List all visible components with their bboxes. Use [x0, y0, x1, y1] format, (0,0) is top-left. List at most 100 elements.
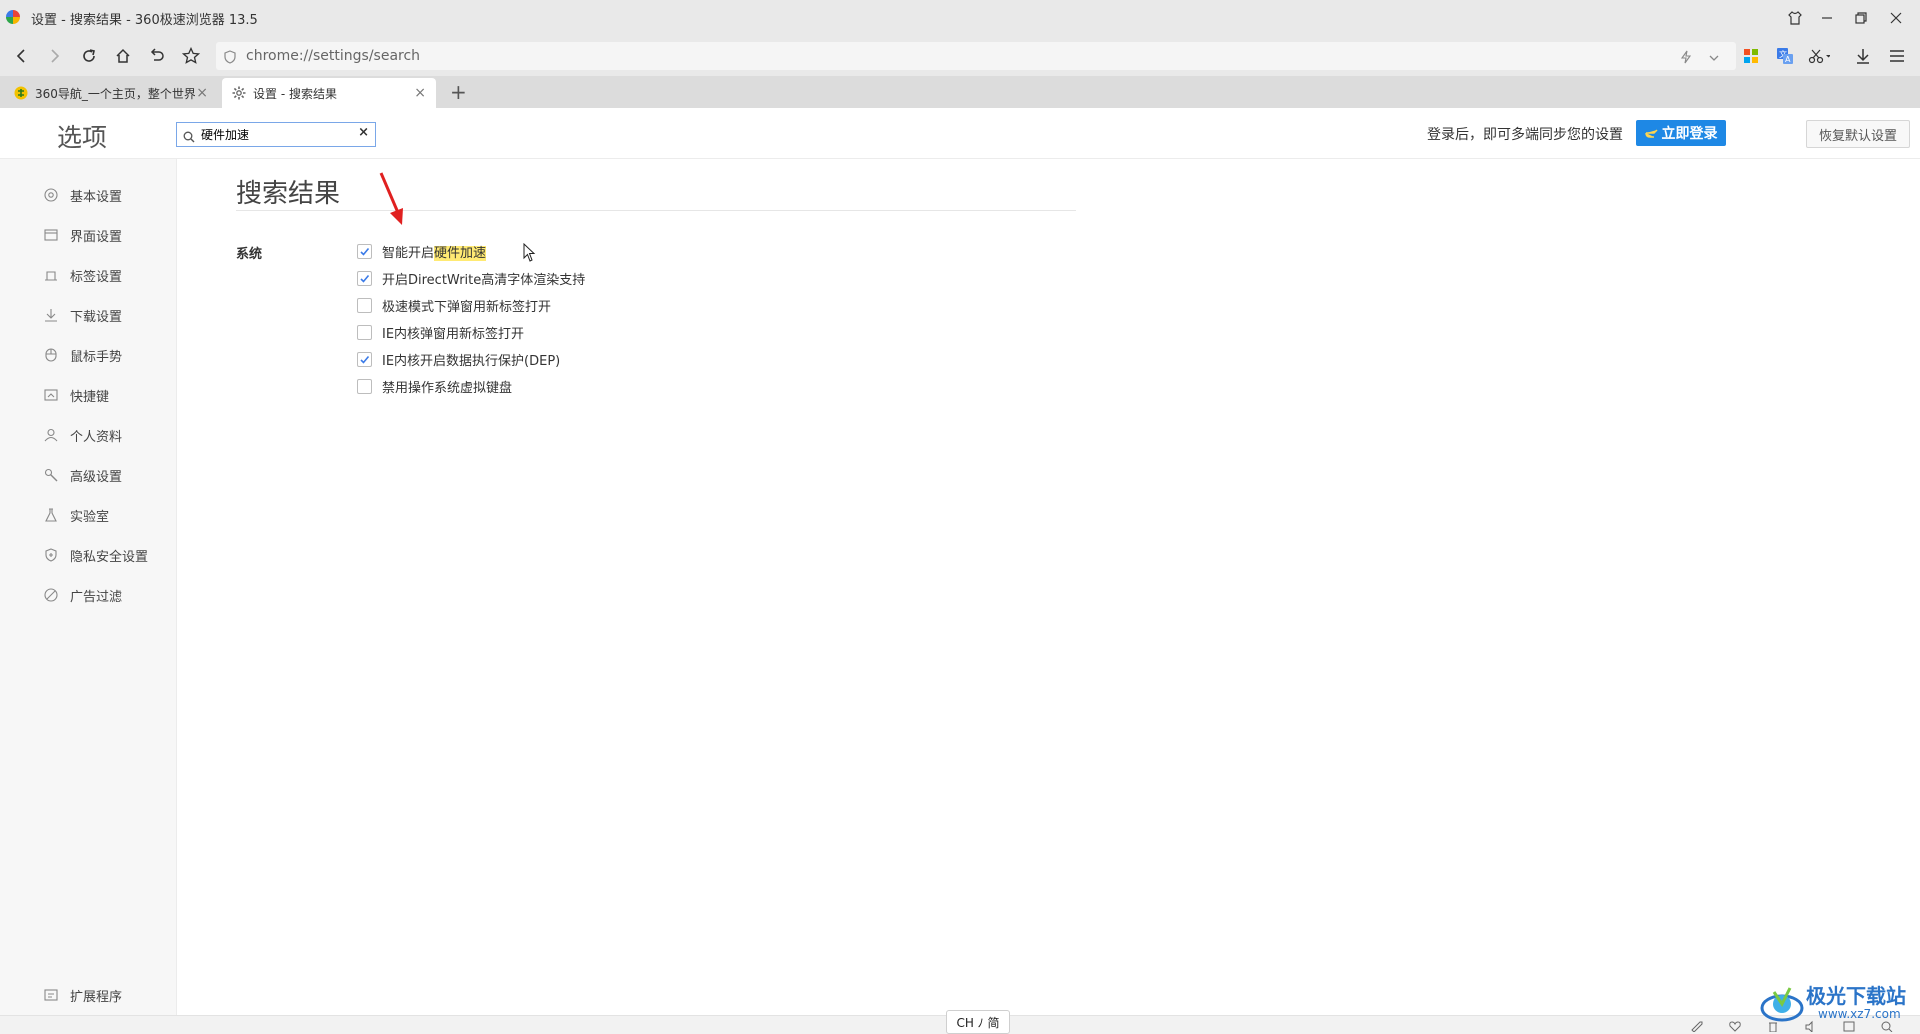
- sidebar-item-label: 下载设置: [70, 309, 123, 325]
- search-icon: [183, 128, 195, 147]
- site-watermark: 极光下载站 www.xz7.com: [1760, 980, 1910, 1028]
- sidebar-item-label: 个人资料: [70, 429, 123, 445]
- undo-close-tab-icon[interactable]: [146, 45, 168, 67]
- sidebar-item-advanced[interactable]: 高级设置: [42, 463, 122, 487]
- apps-grid-icon[interactable]: [1740, 45, 1762, 67]
- tab-close-icon[interactable]: ×: [414, 85, 426, 101]
- screenshot-scissors-icon[interactable]: [1808, 45, 1830, 67]
- login-button[interactable]: 立即登录: [1636, 120, 1726, 146]
- keyboard-icon: [42, 386, 60, 404]
- option-smart-hardware-acceleration[interactable]: 智能开启硬件加速: [357, 241, 487, 261]
- address-bar[interactable]: chrome://settings/search: [216, 42, 1736, 70]
- option-label: 智能开启硬件加速: [382, 242, 487, 261]
- user-icon: [42, 426, 60, 444]
- restore-defaults-button[interactable]: 恢复默认设置: [1806, 120, 1910, 148]
- sidebar-item-shortcuts[interactable]: 快捷键: [42, 383, 109, 407]
- settings-search-box[interactable]: ×: [176, 122, 376, 147]
- reload-icon[interactable]: [78, 45, 100, 67]
- site-info-shield-icon[interactable]: [224, 49, 236, 68]
- option-ie-popup-new-tab[interactable]: IE内核弹窗用新标签打开: [357, 322, 524, 342]
- chevron-down-icon[interactable]: [1708, 49, 1720, 68]
- page-heading: 选项: [57, 123, 108, 152]
- sidebar-item-ad-filter[interactable]: 广告过滤: [42, 583, 122, 607]
- heart-icon[interactable]: [1728, 1020, 1742, 1032]
- svg-text:A: A: [1785, 55, 1791, 64]
- checkbox-checked[interactable]: [357, 351, 372, 367]
- hand-pointer-icon: [1644, 129, 1658, 138]
- sidebar-item-label: 高级设置: [70, 469, 123, 485]
- window-icon: [42, 226, 60, 244]
- sidebar-item-label: 鼠标手势: [70, 349, 123, 365]
- sidebar-item-tabs[interactable]: 标签设置: [42, 263, 122, 287]
- sidebar-item-label: 广告过滤: [70, 589, 123, 605]
- sidebar-item-extensions[interactable]: 扩展程序: [42, 983, 122, 1007]
- results-title: 搜索结果: [236, 179, 341, 209]
- tab-360-nav[interactable]: 360导航_一个主页，整个世界 ×: [4, 78, 218, 108]
- option-label: 开启DirectWrite高清字体渲染支持: [382, 272, 586, 288]
- 360-nav-favicon-icon: [14, 86, 28, 100]
- speed-mode-icon[interactable]: [1680, 49, 1692, 68]
- home-icon[interactable]: [112, 45, 134, 67]
- sidebar-item-privacy[interactable]: 隐私安全设置: [42, 543, 148, 567]
- checkbox-unchecked[interactable]: [357, 297, 372, 313]
- sidebar-item-label: 隐私安全设置: [70, 549, 149, 565]
- translate-icon[interactable]: 文A: [1774, 45, 1796, 67]
- extensions-icon: [42, 986, 60, 1004]
- watermark-url: www.xz7.com: [1818, 1007, 1901, 1021]
- tab-strip: 360导航_一个主页，整个世界 × 设置 - 搜索结果 × +: [0, 76, 1920, 108]
- option-label: IE内核开启数据执行保护(DEP): [382, 353, 561, 369]
- search-match-highlight: 硬件加速: [434, 245, 487, 261]
- sidebar-item-download[interactable]: 下载设置: [42, 303, 122, 327]
- option-popup-new-tab-speed-mode[interactable]: 极速模式下弹窗用新标签打开: [357, 295, 551, 315]
- option-label-text: 智能开启: [382, 245, 435, 261]
- annotation-arrow-icon: [379, 172, 403, 225]
- sidebar-item-label: 快捷键: [70, 389, 110, 405]
- login-button-label: 立即登录: [1661, 126, 1718, 142]
- checkbox-checked[interactable]: [357, 243, 372, 259]
- forward-icon[interactable]: [44, 45, 66, 67]
- mouse-icon: [42, 346, 60, 364]
- shield-icon: [42, 546, 60, 564]
- rocket-icon[interactable]: [1690, 1020, 1704, 1032]
- skin-icon[interactable]: [1785, 8, 1805, 28]
- option-directwrite[interactable]: 开启DirectWrite高清字体渲染支持: [357, 268, 585, 288]
- bookmark-star-icon[interactable]: [180, 45, 202, 67]
- option-label: 禁用操作系统虚拟键盘: [382, 380, 513, 396]
- tab-icon: [42, 266, 60, 284]
- settings-sidebar: 基本设置 界面设置 标签设置 下载设置 鼠标手势 快捷键 个人资料 高级设置 实…: [0, 159, 177, 1015]
- tab-close-icon[interactable]: ×: [196, 85, 208, 101]
- sidebar-item-mouse-gestures[interactable]: 鼠标手势: [42, 343, 122, 367]
- block-icon: [42, 586, 60, 604]
- watermark-name: 极光下载站: [1806, 984, 1906, 1008]
- watermark-logo-icon: [1760, 987, 1804, 1022]
- sidebar-item-basic[interactable]: 基本设置: [42, 183, 122, 207]
- section-label-system: 系统: [236, 247, 263, 262]
- search-results-panel: 搜索结果 系统 智能开启硬件加速 开启DirectWrite高清字体渲染支持 极…: [177, 159, 1920, 1015]
- clear-search-icon[interactable]: ×: [358, 125, 369, 140]
- download-icon[interactable]: [1852, 45, 1874, 67]
- option-label: 极速模式下弹窗用新标签打开: [382, 299, 552, 315]
- sidebar-item-label: 基本设置: [70, 189, 123, 205]
- option-ie-dep[interactable]: IE内核开启数据执行保护(DEP): [357, 349, 560, 369]
- browser-logo-icon: [6, 10, 20, 24]
- checkbox-unchecked[interactable]: [357, 324, 372, 340]
- option-label: IE内核弹窗用新标签打开: [382, 326, 525, 342]
- navigation-bar: chrome://settings/search 文A: [0, 36, 1920, 76]
- close-window-icon[interactable]: [1886, 8, 1906, 28]
- option-disable-virtual-keyboard[interactable]: 禁用操作系统虚拟键盘: [357, 376, 512, 396]
- sidebar-item-lab[interactable]: 实验室: [42, 503, 109, 527]
- sidebar-item-profile[interactable]: 个人资料: [42, 423, 122, 447]
- restore-window-icon[interactable]: [1851, 8, 1871, 28]
- settings-search-input[interactable]: [201, 125, 351, 143]
- checkbox-checked[interactable]: [357, 270, 372, 286]
- sync-login-hint: 登录后，即可多端同步您的设置: [1427, 127, 1623, 143]
- url-text[interactable]: chrome://settings/search: [246, 48, 420, 64]
- sidebar-item-interface[interactable]: 界面设置: [42, 223, 122, 247]
- back-icon[interactable]: [10, 45, 32, 67]
- new-tab-button[interactable]: +: [450, 80, 467, 104]
- checkbox-unchecked[interactable]: [357, 378, 372, 394]
- menu-icon[interactable]: [1886, 45, 1908, 67]
- minimize-icon[interactable]: [1817, 8, 1837, 28]
- ime-indicator[interactable]: CH ﾉ 简: [946, 1010, 1010, 1034]
- tab-settings-search[interactable]: 设置 - 搜索结果 ×: [222, 78, 436, 108]
